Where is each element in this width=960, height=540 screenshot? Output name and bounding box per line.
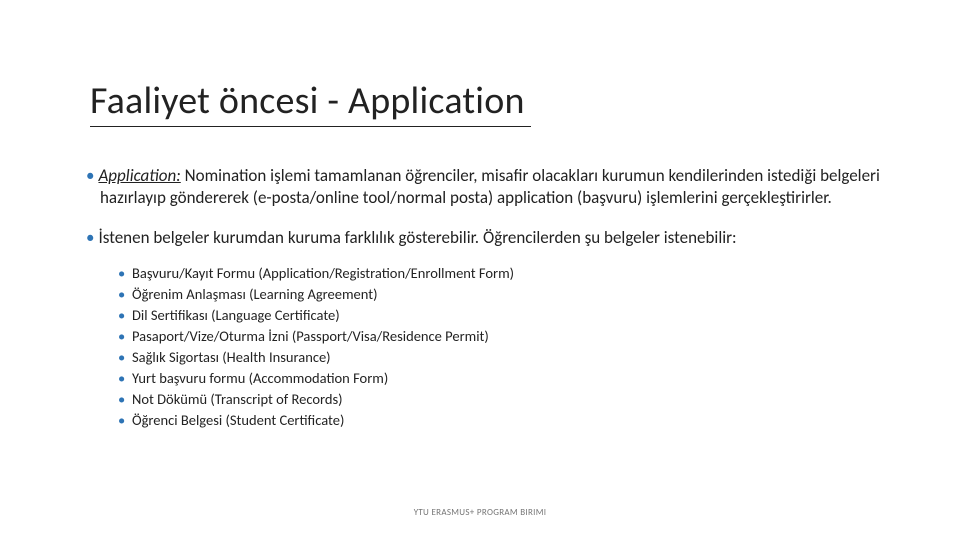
- bullet-icon: •: [86, 165, 94, 186]
- document-list: Başvuru/Kayıt Formu (Application/Registr…: [86, 263, 886, 431]
- list-item: Öğrenim Anlaşması (Learning Agreement): [132, 284, 886, 305]
- list-item: Not Dökümü (Transcript of Records): [132, 389, 886, 410]
- list-item: Dil Sertifikası (Language Certificate): [132, 305, 886, 326]
- paragraph-1-label: Application:: [98, 165, 180, 186]
- paragraph-2-text: İstenen belgeler kurumdan kuruma farklıl…: [98, 227, 736, 248]
- paragraph-1-text: Nomination işlemi tamamlanan öğrenciler,…: [100, 165, 880, 208]
- footer-text: YTU ERASMUS+ PROGRAM BIRIMI: [0, 507, 960, 518]
- list-item: Başvuru/Kayıt Formu (Application/Registr…: [132, 263, 886, 284]
- slide-body: •Application: Nomination işlemi tamamlan…: [86, 165, 886, 431]
- paragraph-2: •İstenen belgeler kurumdan kuruma farklı…: [86, 227, 886, 249]
- list-item: Sağlık Sigortası (Health Insurance): [132, 347, 886, 368]
- list-item: Öğrenci Belgesi (Student Certificate): [132, 410, 886, 431]
- paragraph-1: •Application: Nomination işlemi tamamlan…: [86, 165, 886, 209]
- list-item: Pasaport/Vize/Oturma İzni (Passport/Visa…: [132, 326, 886, 347]
- slide-title: Faaliyet öncesi - Application: [90, 78, 531, 127]
- list-item: Yurt başvuru formu (Accommodation Form): [132, 368, 886, 389]
- bullet-icon: •: [86, 227, 94, 248]
